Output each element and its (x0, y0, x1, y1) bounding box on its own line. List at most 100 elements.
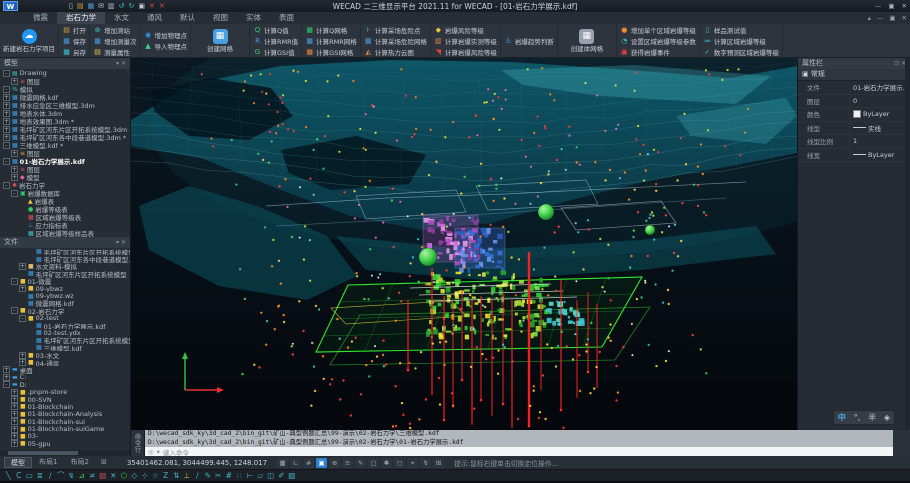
property-value[interactable]: ByLayer (849, 149, 910, 162)
window-control-button[interactable]: — (875, 0, 882, 12)
draw-tool-icon[interactable]: ╲ (3, 470, 14, 482)
ribbon-button[interactable]: ▯样品测试值 (703, 25, 779, 35)
layout-tab-布局1[interactable]: 布局1 (33, 457, 63, 468)
properties-scrollbar[interactable] (905, 58, 910, 430)
property-row[interactable]: 图层0 (798, 95, 910, 109)
tree-item[interactable]: +■01-Blockchain (0, 403, 130, 410)
tab-表面[interactable]: 表面 (270, 12, 303, 24)
tree-expander-icon[interactable]: - (3, 86, 10, 93)
tree-expander-icon[interactable]: + (19, 285, 26, 292)
tree-expander-icon[interactable]: + (19, 352, 26, 359)
property-row[interactable]: 颜色ByLayer (798, 108, 910, 122)
ribbon-button[interactable]: ▣获得岩爆事件 (620, 47, 696, 57)
tree-item[interactable]: -▤Drawing (0, 69, 130, 77)
draw-tool-icon[interactable]: ≣ (35, 470, 46, 482)
tree-item[interactable]: ▦区域岩爆等级表 (0, 213, 130, 221)
tree-expander-icon[interactable]: + (19, 263, 26, 270)
tree-item[interactable]: +■00-SVN (0, 396, 130, 403)
document-window-control-button[interactable]: ✕ (902, 12, 907, 24)
tree-item[interactable]: ▦毛坪矿区河东各中段巷道模型.3dm (0, 255, 130, 262)
close-all-icon[interactable]: ✕ (159, 0, 165, 12)
status-toggle-icon[interactable]: ▦ (277, 458, 288, 468)
draw-tool-icon[interactable]: ◫ (266, 470, 277, 482)
ribbon-button[interactable]: ✓数字预测区域岩爆等级 (703, 47, 779, 57)
status-toggle-icon[interactable]: ✱ (381, 458, 392, 468)
tree-item[interactable]: +≡图层 (0, 77, 130, 85)
tree-expander-icon[interactable]: - (19, 315, 26, 322)
tree-item[interactable]: +■01-Blockchain-suiGame (0, 425, 130, 432)
tab-微震[interactable]: 微震 (24, 12, 57, 24)
tree-item[interactable]: -%模拟 (0, 85, 130, 93)
tree-item[interactable]: ▦区域岩爆等级样品表 (0, 229, 130, 237)
tree-expander-icon[interactable]: - (3, 142, 10, 149)
tree-expander-icon[interactable]: + (3, 102, 10, 109)
tree-expander-icon[interactable]: + (3, 366, 10, 373)
tree-expander-icon[interactable]: + (11, 389, 18, 396)
mail-icon[interactable]: ✉ (98, 0, 104, 12)
tree-item[interactable]: -▦三维模型.kdf * (0, 141, 130, 149)
status-toggle-icon[interactable]: ✎ (355, 458, 366, 468)
property-value[interactable]: 实线 (849, 122, 910, 135)
tree-expander-icon[interactable]: + (11, 166, 18, 173)
tree-expander-icon[interactable]: - (3, 70, 10, 77)
draw-tool-icon[interactable]: ▱ (255, 470, 266, 482)
tree-expander-icon[interactable]: + (11, 403, 18, 410)
scrollbar-thumb[interactable] (8, 451, 78, 455)
command-history[interactable]: D:\wecad_sdk_ky\3d_cad_2\bin_git\矿山-典型例题… (145, 430, 893, 447)
ribbon-button[interactable]: ♙岩爆趋势判断 (504, 36, 554, 46)
draw-tool-icon[interactable]: ⌒ (56, 470, 67, 482)
draw-tool-icon[interactable]: ⊢ (245, 470, 256, 482)
3d-scene[interactable] (131, 58, 797, 430)
tree-expander-icon[interactable]: + (11, 433, 18, 440)
tree-expander-icon[interactable]: - (11, 278, 18, 285)
tree-expander-icon[interactable]: + (11, 150, 18, 157)
status-toggle-icon[interactable]: ⌖ (407, 458, 418, 468)
3d-viewport[interactable] (131, 58, 797, 430)
tree-item[interactable]: +■.pnpm-store (0, 388, 130, 395)
ribbon-button[interactable]: G计算GSI值 (253, 47, 298, 57)
draw-tool-icon[interactable]: ▨ (287, 470, 298, 482)
tree-item[interactable]: ▦毛坪矿区河东片区开拓系统模型.kdf (0, 337, 130, 344)
tree-expander-icon[interactable]: - (3, 182, 10, 189)
status-toggle-icon[interactable]: ↯ (420, 458, 431, 468)
ribbon-button[interactable]: ◥计算岩爆风险等级 (434, 47, 497, 57)
command-input[interactable]: ◎ ▾ 键入命令 (145, 447, 893, 456)
ribbon-button[interactable]: ⊕增加测站 (93, 25, 137, 35)
ribbon-button[interactable]: ▦计算采场危险网格 (364, 36, 427, 46)
tree-item[interactable]: -▬D: (0, 381, 130, 388)
ribbon-button[interactable]: ▥计算岩爆实测等级 (434, 36, 497, 46)
draw-tool-icon[interactable]: Z (161, 470, 172, 482)
draw-tool-icon[interactable]: ▧ (98, 470, 109, 482)
property-value[interactable]: 1 (849, 135, 910, 148)
status-toggle-icon[interactable]: ≡ (342, 458, 353, 468)
tree-item[interactable]: +▦地表效果图.3dm * (0, 117, 130, 125)
draw-tool-icon[interactable]: ∷ (234, 470, 245, 482)
property-value[interactable]: ByLayer (849, 108, 910, 121)
panel-header-icons[interactable]: ▾ ✕ (116, 58, 126, 69)
ribbon-button[interactable]: ⊦计算采场危险点 (364, 25, 427, 35)
draw-tool-icon[interactable]: ☆ (150, 470, 161, 482)
tree-item[interactable]: +▬C: (0, 374, 130, 381)
tree-expander-icon[interactable]: + (11, 440, 18, 447)
tree-expander-icon[interactable]: + (3, 374, 10, 381)
ribbon-button[interactable]: ◔设置区域岩爆等级参数 (620, 36, 696, 46)
panel-header-icons[interactable]: ▾ ✕ (116, 237, 126, 248)
draw-tool-icon[interactable]: ⊹ (140, 470, 151, 482)
property-value[interactable]: 01-岩石力学展示... (849, 81, 910, 94)
tree-item[interactable]: +■05-gpu (0, 440, 130, 447)
property-row[interactable]: 线型实线 (798, 122, 910, 136)
tree-item[interactable]: +■01-Blockchain-Analysis (0, 411, 130, 418)
status-toggle-icon[interactable]: ▢ (368, 458, 379, 468)
tree-item[interactable]: +▬桌面 (0, 366, 130, 373)
tree-item[interactable]: ▦毛坪矿区河东片区开拓系统模型 (0, 270, 130, 277)
ribbon-button[interactable]: ≔计算区域岩爆等级 (703, 36, 779, 46)
properties-group[interactable]: ▣ 常规 (798, 69, 910, 81)
new-icon[interactable]: ▯ (69, 0, 73, 12)
add-layout-button[interactable]: ⊞ (95, 457, 113, 468)
tab-实体[interactable]: 实体 (237, 12, 270, 24)
ribbon-button[interactable]: ▦另存 (62, 47, 86, 57)
tab-水文[interactable]: 水文 (105, 12, 138, 24)
property-row[interactable]: 线型比例1 (798, 135, 910, 149)
tree-expander-icon[interactable]: + (11, 78, 18, 85)
status-toggle-icon[interactable]: ⊕ (329, 458, 340, 468)
